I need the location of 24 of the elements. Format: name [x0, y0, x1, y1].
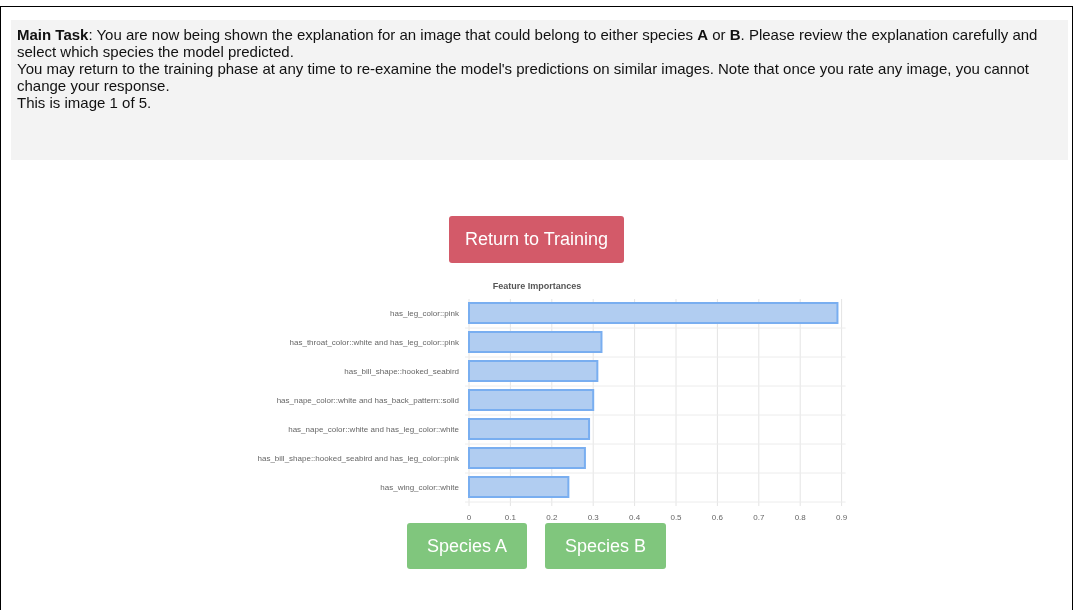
category-label: has_bill_shape::hooked_seabird [343, 367, 459, 376]
category-label: has_nape_color::white and has_back_pattern::solid [276, 396, 459, 405]
instruction-text: This is image 1 of 5. [17, 94, 153, 111]
category-label: has_wing_color::white [379, 483, 459, 492]
category-label: has_nape_color::white and has_leg_color::white [287, 425, 459, 434]
tick-label: 0.1 [504, 513, 516, 522]
tick-label: 0.6 [711, 513, 723, 522]
species-button[interactable]: Species A [406, 523, 527, 569]
chart-title: Feature Importances [492, 281, 581, 291]
return-button[interactable]: Return to Training [448, 216, 625, 263]
instruction-text: You may return to the training phase at any time to re-examine the model's predictions on similar images. Note that once you rate any image, you cannot change your response. [17, 60, 1031, 94]
species-button[interactable]: Species B [545, 523, 667, 569]
tick-label: 0.4 [628, 513, 640, 522]
category-label: has_leg_color::pink [389, 309, 459, 318]
instruction-text: Main Task: You are now being shown the explanation for an image that could belong to either species A or B. Please review the explanation carefully and select which species the model predicted. [17, 26, 1039, 60]
category-label: has_throat_color::white and has_leg_color::pink [289, 338, 459, 347]
tick-label: 0 [466, 513, 471, 522]
tick-label: 0.2 [545, 513, 557, 522]
tick-label: 0.8 [794, 513, 806, 522]
tick-label: 0.5 [669, 513, 682, 522]
tick-label: 0.9 [835, 513, 847, 522]
category-label: has_bill_shape::hooked_seabird and has_leg_color::pink [257, 454, 459, 463]
tick-label: 0.3 [587, 513, 599, 522]
tick-label: 0.7 [752, 513, 764, 522]
